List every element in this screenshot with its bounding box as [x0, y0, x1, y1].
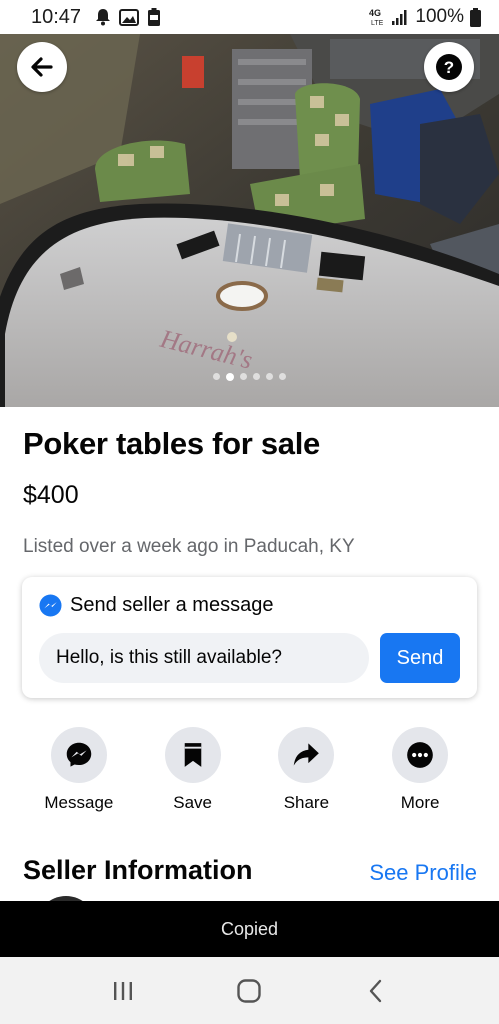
recent-apps-icon — [114, 981, 133, 1000]
save-action-button[interactable] — [164, 727, 221, 783]
message-action-button[interactable] — [50, 727, 107, 783]
question-mark-icon: ? — [436, 54, 462, 80]
carousel-dot-active[interactable] — [226, 372, 234, 381]
carousel-dot[interactable] — [266, 373, 273, 380]
bookmark-icon — [184, 743, 201, 767]
status-left: 10:47 — [31, 6, 161, 29]
home-icon — [237, 978, 262, 1003]
more-action[interactable]: More — [363, 727, 477, 813]
send-message-heading-text: Send seller a message — [70, 594, 274, 616]
system-nav-bar — [0, 957, 499, 1024]
help-button[interactable]: ? — [424, 42, 474, 92]
messenger-icon — [66, 742, 92, 767]
svg-text:?: ? — [444, 58, 454, 77]
carousel-indicator — [0, 372, 499, 381]
carousel-dot[interactable] — [279, 373, 286, 380]
image-icon — [119, 8, 140, 26]
more-dots-icon — [407, 742, 433, 768]
carousel-dot[interactable] — [240, 373, 247, 380]
save-action[interactable]: Save — [136, 727, 250, 813]
message-input[interactable]: Hello, is this still available? — [39, 633, 369, 683]
more-action-label: More — [400, 793, 440, 812]
copied-toast: Copied — [0, 901, 499, 957]
lte-icon: 4G LTE — [369, 8, 385, 26]
status-bar: 10:47 4G LTE 100% — [0, 0, 499, 34]
svg-text:4G: 4G — [369, 8, 381, 18]
svg-text:LTE: LTE — [371, 20, 384, 26]
share-action-button[interactable] — [278, 727, 335, 783]
status-time: 10:47 — [31, 5, 82, 28]
share-arrow-icon — [294, 743, 320, 766]
save-action-label: Save — [173, 793, 212, 812]
listing-title: Poker tables for sale — [23, 426, 320, 461]
carousel-dot[interactable] — [253, 373, 260, 380]
recent-apps-button[interactable] — [93, 966, 153, 1016]
battery-percent: 100% — [415, 6, 464, 27]
listing-meta[interactable]: Listed over a week ago in Paducah, KY — [23, 536, 355, 558]
action-row: Message Save Share More — [22, 727, 477, 813]
share-action[interactable]: Share — [250, 727, 364, 813]
back-icon — [369, 979, 382, 1002]
seller-information-heading: Seller Information — [23, 855, 253, 885]
back-button[interactable] — [17, 42, 67, 92]
carousel-dot[interactable] — [213, 373, 220, 380]
send-button[interactable]: Send — [380, 633, 460, 683]
battery-icon — [470, 7, 481, 27]
more-action-button[interactable] — [392, 727, 449, 783]
alarm-bell-icon — [95, 8, 111, 26]
signal-icon — [391, 8, 409, 26]
message-action[interactable]: Message — [22, 727, 136, 813]
messenger-icon — [39, 594, 62, 617]
arrow-left-icon — [31, 57, 53, 77]
share-action-label: Share — [283, 793, 330, 812]
status-right: 4G LTE 100% — [369, 6, 481, 28]
home-button[interactable] — [219, 966, 279, 1016]
listing-photo: Harrah's — [0, 34, 499, 407]
listing-photo-carousel[interactable]: Harrah's ? — [0, 34, 499, 407]
battery-saver-icon — [147, 7, 161, 27]
send-message-heading: Send seller a message — [39, 594, 273, 617]
send-message-card: Send seller a message Hello, is this sti… — [22, 577, 477, 698]
listing-price: $400 — [23, 481, 79, 509]
see-profile-link[interactable]: See Profile — [369, 860, 477, 886]
status-notification-icons — [95, 7, 161, 27]
message-action-label: Message — [44, 793, 114, 812]
nav-back-button[interactable] — [346, 966, 406, 1016]
